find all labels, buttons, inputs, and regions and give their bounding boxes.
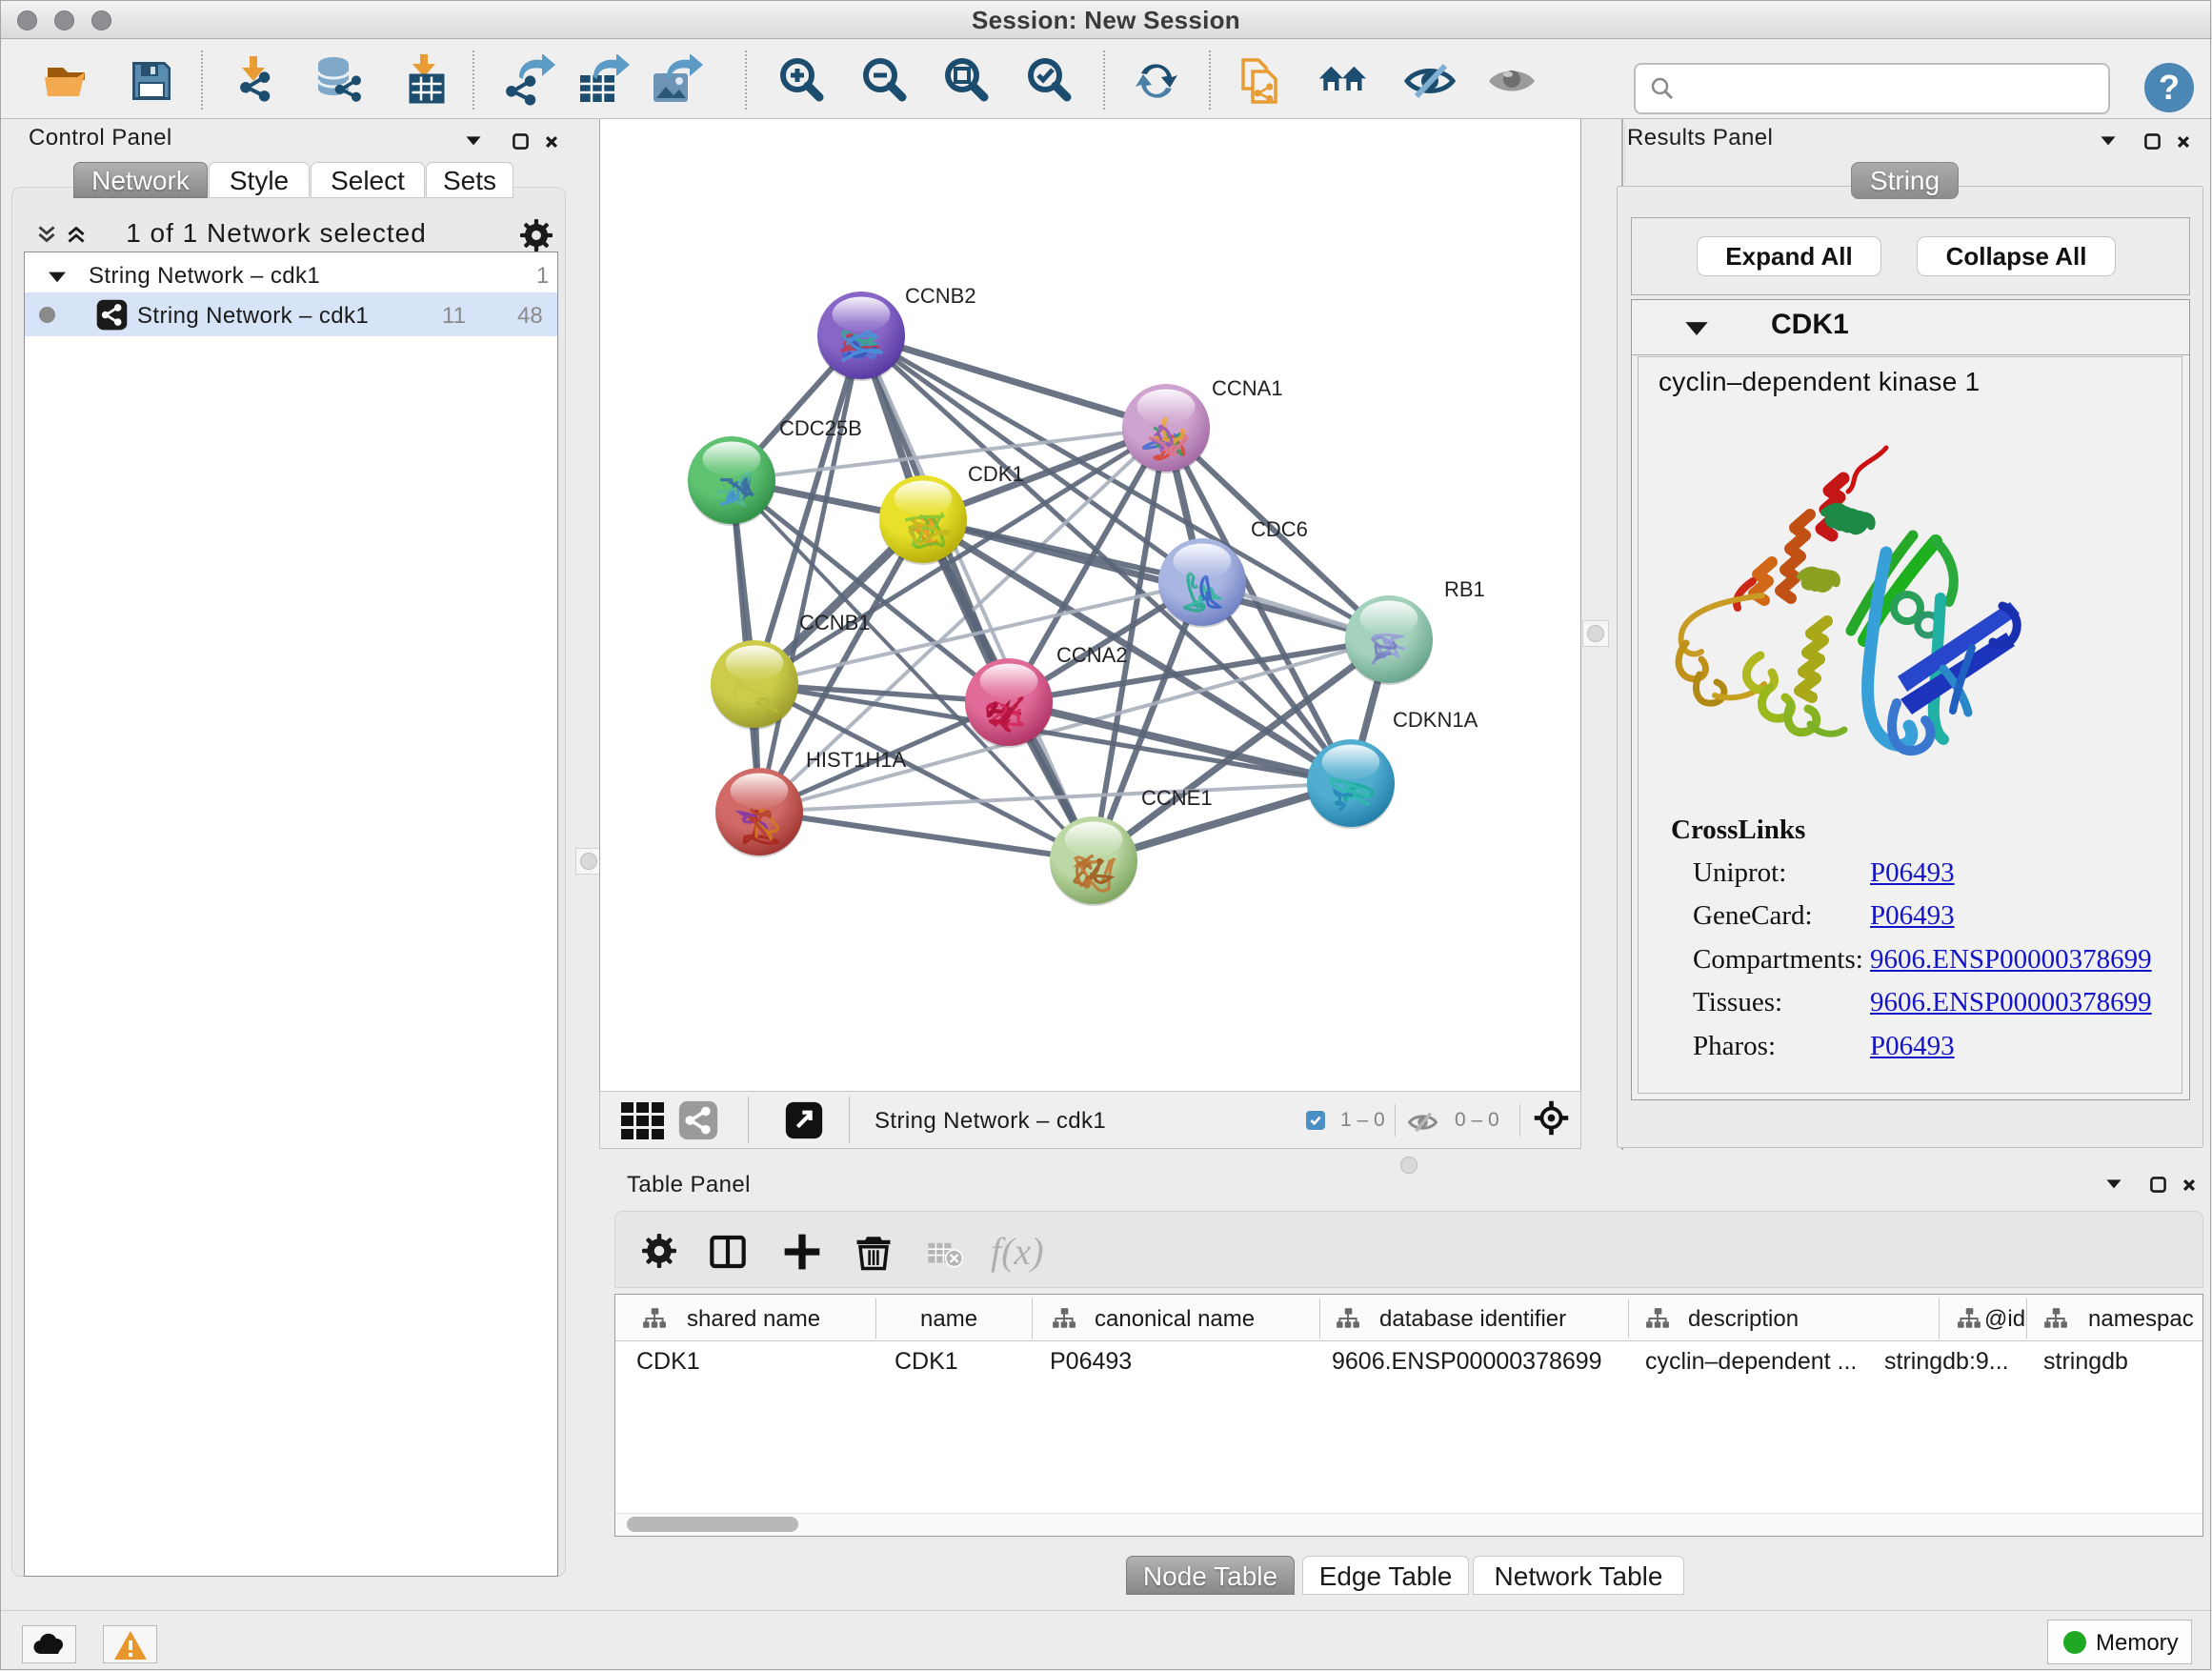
svg-text:CCNA2: CCNA2: [1056, 643, 1128, 667]
svg-text:CCNA1: CCNA1: [1212, 376, 1283, 400]
svg-text:RB1: RB1: [1444, 577, 1485, 601]
svg-text:CDKN1A: CDKN1A: [1393, 708, 1478, 732]
svg-text:CCNE1: CCNE1: [1141, 786, 1213, 810]
svg-text:HIST1H1A: HIST1H1A: [806, 748, 906, 772]
svg-text:CDC25B: CDC25B: [779, 416, 862, 440]
svg-text:CCNB2: CCNB2: [905, 284, 976, 308]
svg-text:CDK1: CDK1: [968, 462, 1024, 486]
svg-text:CDC6: CDC6: [1251, 517, 1308, 541]
svg-text:CCNB1: CCNB1: [799, 611, 871, 634]
